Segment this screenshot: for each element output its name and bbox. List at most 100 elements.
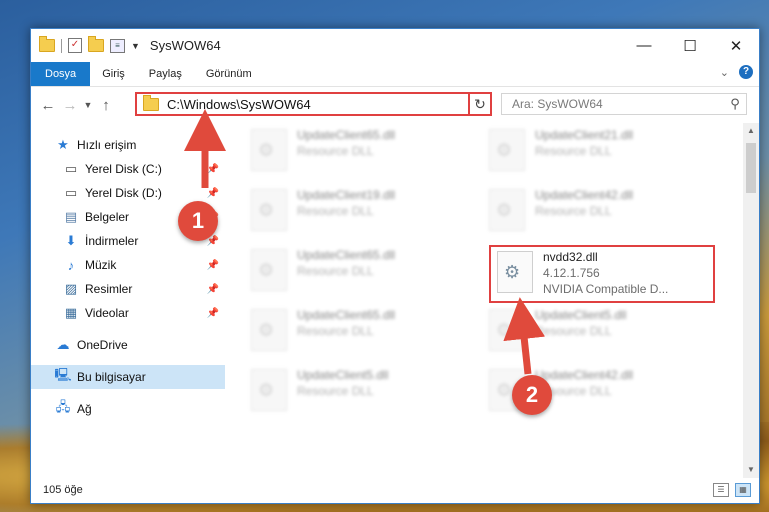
pin-icon[interactable]: 📌 <box>207 308 219 319</box>
chevron-down-icon[interactable]: ▼ <box>131 41 140 51</box>
file-name: UpdateClient65.dll <box>297 128 396 142</box>
file-name: UpdateClient5.dll <box>297 368 389 382</box>
navigation-pane: ★ Hızlı erişim ▭ Yerel Disk (C:) 📌 ▭ Yer… <box>31 123 225 478</box>
scrollbar-thumb[interactable] <box>746 143 756 193</box>
customize-icon[interactable]: ≡ <box>110 38 125 53</box>
file-tile[interactable]: UpdateClient19.dll Resource DLL <box>227 185 447 237</box>
file-name: UpdateClient65.dll <box>297 308 396 322</box>
help-icon[interactable]: ? <box>739 65 753 79</box>
tab-share[interactable]: Paylaş <box>137 62 194 86</box>
file-list: UpdateClient65.dll Resource DLL UpdateCli… <box>227 123 743 478</box>
view-switcher: ☰ ▦ <box>713 483 751 497</box>
dll-file-icon <box>251 189 287 231</box>
scroll-up-icon[interactable]: ▲ <box>743 123 759 139</box>
folder-icon <box>143 94 159 111</box>
up-arrow-icon[interactable]: ↑ <box>95 97 117 114</box>
pin-icon[interactable]: 📌 <box>207 260 219 271</box>
maximize-button[interactable]: ☐ <box>667 29 713 62</box>
file-type: Resource DLL <box>297 144 374 158</box>
sidebar-item-label: Müzik <box>85 258 117 272</box>
tab-home[interactable]: Giriş <box>90 62 137 86</box>
file-name: nvdd32.dll <box>543 250 598 264</box>
forward-arrow-icon[interactable]: → <box>59 97 81 114</box>
pin-icon[interactable]: 📌 <box>207 164 219 175</box>
back-arrow-icon[interactable]: ← <box>37 97 59 114</box>
window-controls: — ☐ ✕ <box>621 29 759 62</box>
file-tile[interactable]: UpdateClient42.dllResource DLL <box>465 365 685 417</box>
pin-icon[interactable]: 📌 <box>207 188 219 199</box>
recent-locations-icon[interactable]: ▼ <box>81 100 95 110</box>
status-bar: 105 öğe ☰ ▦ <box>31 477 759 503</box>
pictures-icon: ▨ <box>64 281 78 296</box>
tab-view[interactable]: Görünüm <box>194 62 264 86</box>
close-button[interactable]: ✕ <box>713 29 759 62</box>
sidebar-item-label: Bu bilgisayar <box>77 370 146 384</box>
sidebar-item-label: Hızlı erişim <box>77 138 137 152</box>
download-icon: ⬇ <box>65 233 77 248</box>
sidebar-item-music[interactable]: ♪ Müzik 📌 <box>31 253 225 277</box>
sidebar-item-label: Ağ <box>77 402 92 416</box>
search-input[interactable] <box>510 96 724 112</box>
address-path[interactable]: C:\Windows\SysWOW64 <box>167 97 473 112</box>
sidebar-item-pictures[interactable]: ▨ Resimler 📌 <box>31 277 225 301</box>
file-type: NVIDIA Compatible D... <box>543 282 669 296</box>
file-tile[interactable]: UpdateClient5.dll Resource DLL <box>465 305 685 357</box>
cloud-icon: ☁ <box>56 337 70 352</box>
search-icon[interactable]: ⚲ <box>724 96 746 112</box>
refresh-button[interactable]: ↻ <box>468 92 492 116</box>
divider <box>61 38 62 53</box>
file-type: Resource DLL <box>535 324 612 338</box>
file-type: Resource DLL <box>297 324 374 338</box>
drive-icon: ▭ <box>64 185 78 200</box>
dll-file-icon <box>489 189 525 231</box>
sidebar-item-label: Yerel Disk (D:) <box>85 186 162 200</box>
file-tile-nvdd32[interactable]: nvdd32.dll 4.12.1.756 NVIDIA Compatible … <box>489 245 715 303</box>
item-count: 105 öğe <box>43 484 83 496</box>
minimize-button[interactable]: — <box>621 29 667 62</box>
sidebar-item-network[interactable]: 🖧 Ağ <box>31 397 225 421</box>
file-version: 4.12.1.756 <box>543 266 600 280</box>
dll-file-icon <box>497 251 533 293</box>
file-tile[interactable]: UpdateClient42.dll Resource DLL <box>465 185 685 237</box>
file-tile[interactable]: UpdateClient65.dll Resource DLL <box>227 125 447 177</box>
documents-icon: ▤ <box>64 209 78 224</box>
details-view-icon[interactable]: ☰ <box>713 483 729 497</box>
pin-icon[interactable]: 📌 <box>207 284 219 295</box>
sidebar-item-quick-access[interactable]: ★ Hızlı erişim <box>31 133 225 157</box>
dll-file-icon <box>251 309 287 351</box>
file-tile[interactable]: UpdateClient65.dll Resource DLL <box>227 245 447 297</box>
sidebar-item-label: Belgeler <box>85 210 130 224</box>
expand-ribbon-icon[interactable]: ⌄ <box>720 66 729 79</box>
file-name: UpdateClient5.dll <box>535 308 627 322</box>
file-name: UpdateClient19.dll <box>297 188 396 202</box>
sidebar-item-onedrive[interactable]: ☁ OneDrive <box>31 333 225 357</box>
folder-icon <box>39 36 55 52</box>
address-bar[interactable]: C:\Windows\SysWOW64 ⌄ <box>135 92 491 116</box>
file-tile[interactable]: UpdateClient65.dll Resource DLL <box>227 305 447 357</box>
sidebar-item-videos[interactable]: ▦ Videolar 📌 <box>31 301 225 325</box>
content-area: ★ Hızlı erişim ▭ Yerel Disk (C:) 📌 ▭ Yer… <box>31 123 759 478</box>
file-type: Resource DLL <box>297 384 374 398</box>
sidebar-item-this-pc[interactable]: 🖳 Bu bilgisayar <box>31 365 225 389</box>
sidebar-item-label: Resimler <box>85 282 133 296</box>
navigation-bar: ← → ▼ ↑ C:\Windows\SysWOW64 ⌄ ↻ ⚲ <box>31 87 759 123</box>
new-folder-icon[interactable] <box>88 36 104 52</box>
computer-icon: 🖳 <box>54 367 72 382</box>
file-type: Resource DLL <box>535 204 612 218</box>
file-tile[interactable]: UpdateClient21.dll Resource DLL <box>465 125 685 177</box>
callout-step-2: 2 <box>512 375 552 415</box>
file-tile[interactable]: UpdateClient5.dll Resource DLL <box>227 365 447 417</box>
search-box[interactable]: ⚲ <box>501 93 747 115</box>
sidebar-item-label: Yerel Disk (C:) <box>85 162 162 176</box>
sidebar-item-label: Videolar <box>85 306 129 320</box>
sidebar-item-local-disk-c[interactable]: ▭ Yerel Disk (C:) 📌 <box>31 157 225 181</box>
window-title: SysWOW64 <box>149 38 221 53</box>
properties-check-icon[interactable]: ✓ <box>68 38 82 53</box>
scroll-down-icon[interactable]: ▼ <box>743 462 759 478</box>
dll-file-icon <box>489 129 525 171</box>
vertical-scrollbar[interactable]: ▲ ▼ <box>743 123 759 478</box>
music-icon: ♪ <box>67 257 75 273</box>
tab-file[interactable]: Dosya <box>31 62 91 86</box>
file-name: UpdateClient42.dll <box>535 188 634 202</box>
tiles-view-icon[interactable]: ▦ <box>735 483 751 497</box>
